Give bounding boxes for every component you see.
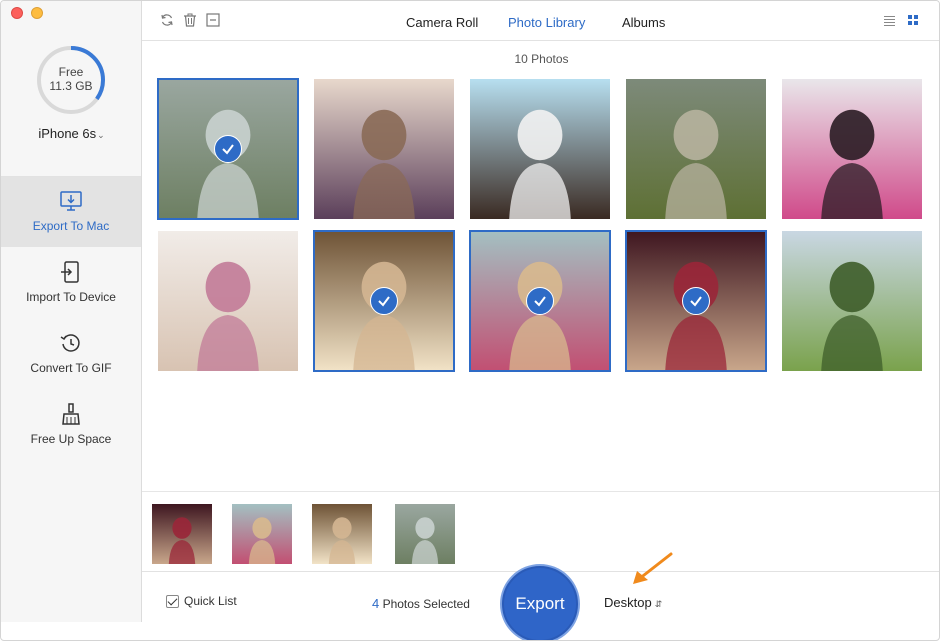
checkmark-icon (370, 287, 398, 315)
monitor-export-icon (60, 191, 82, 211)
chevron-down-icon: ⌄ (97, 130, 105, 140)
convert-gif-icon (60, 334, 80, 352)
checkbox-checked-icon[interactable] (166, 594, 179, 608)
updown-chevron-icon: ⇵ (654, 599, 663, 609)
photo-thumbnail[interactable] (782, 79, 922, 219)
photo-thumbnail[interactable] (313, 230, 455, 372)
selected-count: 4 Photos Selected (372, 596, 470, 611)
tray-thumbnail[interactable] (232, 504, 292, 564)
selection-tray (142, 491, 939, 571)
view-toggle (884, 15, 919, 26)
tab-camera-roll[interactable]: Camera Roll (406, 15, 478, 30)
tray-thumbnail[interactable] (312, 504, 372, 564)
photo-image (314, 79, 454, 219)
minimize-window-button[interactable] (31, 7, 43, 19)
checkmark-icon (682, 287, 710, 315)
toolbar-actions (160, 13, 220, 27)
tab-photo-library[interactable]: Photo Library (508, 15, 585, 30)
photo-thumbnail[interactable] (469, 230, 611, 372)
photo-thumbnail[interactable] (314, 79, 454, 219)
photo-count: 10 Photos (514, 52, 569, 66)
refresh-icon[interactable] (160, 13, 174, 27)
broom-icon (62, 403, 80, 425)
sidebar: Free 11.3 GB iPhone 6s⌄ Export To Mac Im… (1, 1, 142, 622)
photo-image (152, 504, 212, 564)
photo-image (232, 504, 292, 564)
app-window: Free 11.3 GB iPhone 6s⌄ Export To Mac Im… (0, 0, 940, 641)
nav-convert-to-gif[interactable]: Convert To GIF (1, 319, 141, 389)
photo-thumbnail[interactable] (470, 79, 610, 219)
tab-albums[interactable]: Albums (622, 15, 665, 30)
window-controls (11, 7, 43, 19)
photo-image (312, 504, 372, 564)
nav-label-gif: Convert To GIF (30, 361, 112, 375)
trash-icon[interactable] (183, 13, 197, 27)
photo-image (782, 79, 922, 219)
destination-label: Desktop (604, 595, 652, 610)
photo-image (782, 231, 922, 371)
quick-list-checkbox[interactable]: Quick List (166, 594, 237, 608)
selected-suffix: Photos Selected (379, 597, 470, 611)
photo-thumbnail[interactable] (158, 231, 298, 371)
nav-label-import: Import To Device (26, 290, 116, 304)
nav-export-to-mac[interactable]: Export To Mac (1, 177, 141, 247)
device-name: iPhone 6s (38, 126, 97, 141)
nav-import-to-device[interactable]: Import To Device (1, 248, 141, 318)
photo-image (470, 79, 610, 219)
annotation-arrow-icon (633, 552, 673, 584)
bottom-bar: Quick List 4 Photos Selected Export Desk… (142, 564, 939, 640)
toolbar: Camera Roll Photo Library Albums (142, 1, 939, 41)
grid-view-icon[interactable] (908, 15, 919, 26)
photo-image (626, 79, 766, 219)
minus-box-icon[interactable] (206, 13, 220, 27)
storage-label: Free (58, 65, 84, 79)
export-label: Export (515, 594, 565, 613)
photo-image (158, 231, 298, 371)
checkmark-icon (526, 287, 554, 315)
export-button[interactable]: Export (500, 564, 580, 640)
quick-list-label: Quick List (184, 594, 237, 608)
tray-thumbnail[interactable] (152, 504, 212, 564)
device-selector[interactable]: iPhone 6s⌄ (1, 126, 142, 141)
nav-free-up-space[interactable]: Free Up Space (1, 390, 141, 460)
tray-thumbnail[interactable] (395, 504, 455, 564)
nav-label-export: Export To Mac (32, 219, 110, 233)
close-window-button[interactable] (11, 7, 23, 19)
import-device-icon (61, 261, 79, 283)
storage-value: 11.3 GB (49, 79, 93, 93)
checkmark-icon (214, 135, 242, 163)
destination-selector[interactable]: Desktop ⇵ (604, 595, 662, 610)
photo-image (395, 504, 455, 564)
photo-thumbnail[interactable] (157, 78, 299, 220)
nav-label-free: Free Up Space (30, 432, 112, 446)
storage-gauge: Free 11.3 GB (36, 45, 106, 115)
photo-thumbnail[interactable] (625, 230, 767, 372)
photo-thumbnail[interactable] (626, 79, 766, 219)
list-view-icon[interactable] (884, 15, 895, 26)
photo-thumbnail[interactable] (782, 231, 922, 371)
